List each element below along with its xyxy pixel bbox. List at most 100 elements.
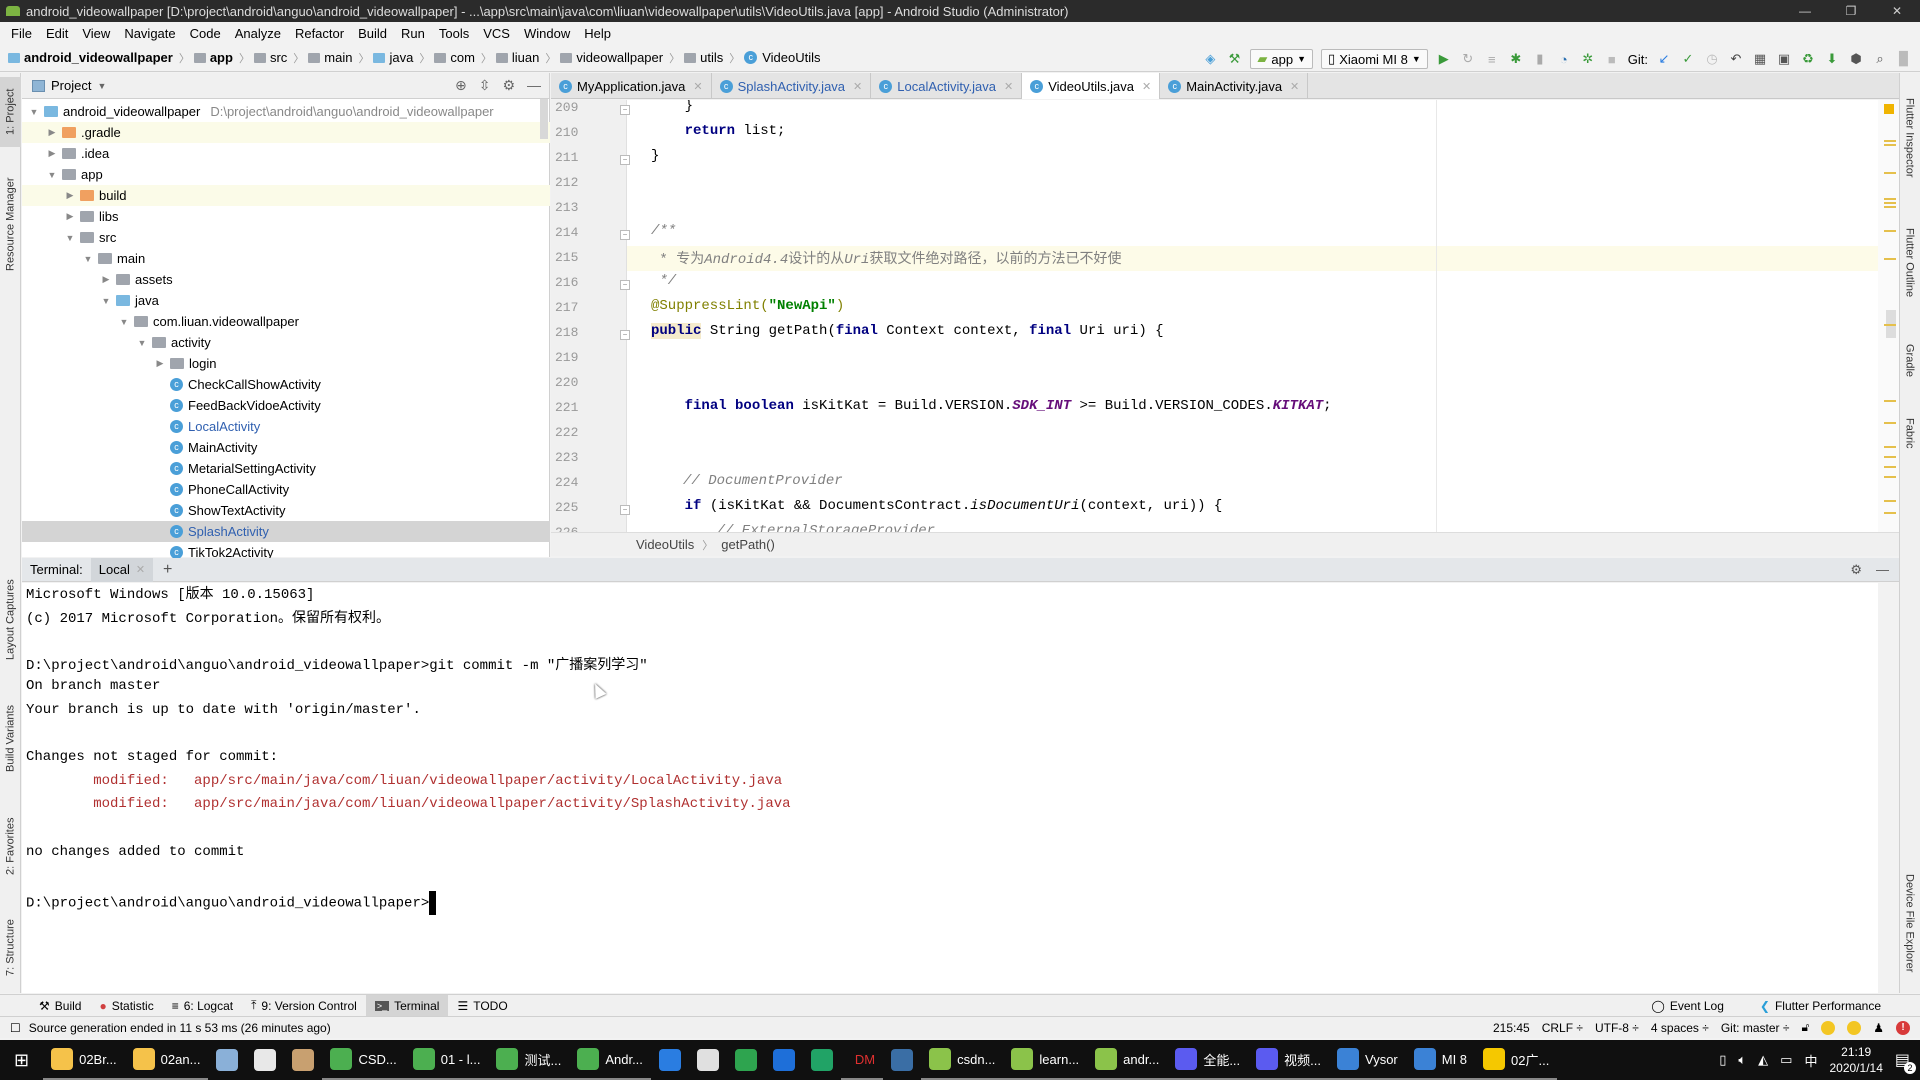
indent-setting[interactable]: 4 spaces ÷ (1651, 1021, 1709, 1035)
collapsed-arrow-icon[interactable]: ▶ (64, 211, 76, 222)
sdk-manager-icon[interactable]: ⬇ (1824, 51, 1840, 67)
stripe-mark[interactable] (1884, 512, 1896, 514)
git-commit-icon[interactable]: ✓ (1680, 51, 1696, 67)
taskbar-app[interactable] (727, 1040, 765, 1080)
stripe-mark[interactable] (1884, 446, 1896, 448)
project-structure-icon[interactable]: ▦ (1752, 51, 1768, 67)
tree-item[interactable]: ▶ build (22, 185, 550, 206)
locate-file-icon[interactable]: ⊕ (455, 77, 467, 94)
tool-tab-layout-captures[interactable]: Layout Captures (0, 565, 21, 675)
git-branch[interactable]: Git: master ÷ (1721, 1021, 1790, 1035)
tree-item[interactable]: ▶ .gradle (22, 122, 550, 143)
close-tab-icon[interactable]: ✕ (1290, 80, 1299, 93)
file-encoding[interactable]: UTF-8 ÷ (1595, 1021, 1639, 1035)
gear-icon[interactable]: ⚙ (502, 77, 515, 94)
tool-version-control[interactable]: ⤒ 9: Version Control (242, 995, 366, 1017)
menu-window[interactable]: Window (517, 26, 577, 41)
menu-vcs[interactable]: VCS (476, 26, 517, 41)
chevron-down-icon[interactable]: ▼ (97, 81, 106, 91)
tree-item[interactable]: ▶ libs (22, 206, 550, 227)
stripe-mark[interactable] (1884, 172, 1896, 174)
expanded-arrow-icon[interactable]: ▼ (100, 296, 112, 306)
menu-code[interactable]: Code (183, 26, 228, 41)
crumb-class[interactable]: VideoUtils (636, 537, 694, 552)
menu-file[interactable]: File (4, 26, 39, 41)
sad-feedback-icon[interactable] (1847, 1020, 1862, 1035)
tree-item[interactable]: ▶ login (22, 353, 550, 374)
taskbar-app[interactable]: 02广... (1475, 1040, 1558, 1080)
tool-tab-project[interactable]: 1: Project (0, 77, 21, 147)
crumb-com[interactable]: com 〉 (434, 50, 492, 66)
close-button[interactable]: ✕ (1874, 0, 1920, 22)
tree-item[interactable]: ▼ com.liuan.videowallpaper (22, 311, 550, 332)
tool-tab-flutter-outline[interactable]: Flutter Outline (1899, 213, 1920, 313)
taskbar-app[interactable]: MI 8 (1405, 1040, 1476, 1080)
device-dropdown[interactable]: ▯ Xiaomi MI 8 ▼ (1321, 49, 1428, 69)
warning-indicator-icon[interactable] (1884, 104, 1894, 114)
taskbar-app[interactable] (246, 1040, 284, 1080)
display-icon[interactable]: ▭ (1780, 1052, 1792, 1068)
stripe-mark[interactable] (1884, 324, 1896, 326)
stripe-mark[interactable] (1884, 456, 1896, 458)
taskbar-app[interactable]: CSD... (322, 1040, 405, 1080)
crumb-main[interactable]: main 〉 (308, 50, 369, 66)
tool-todo[interactable]: ☰ TODO (448, 995, 516, 1017)
tool-tab-gradle[interactable]: Gradle (1899, 331, 1920, 391)
collapse-all-icon[interactable]: ⇳ (479, 77, 491, 94)
project-view-selector[interactable]: Project (51, 78, 91, 93)
taskbar-app[interactable]: 02an... (124, 1040, 209, 1080)
taskbar-app[interactable]: 视频... (1248, 1040, 1329, 1080)
editor-error-stripe[interactable] (1878, 100, 1899, 532)
collapsed-arrow-icon[interactable]: ▶ (46, 148, 58, 159)
taskbar-app[interactable]: 测试... (488, 1040, 570, 1080)
expanded-arrow-icon[interactable]: ▼ (28, 107, 40, 117)
tree-item[interactable]: c LocalActivity (22, 416, 550, 437)
tree-item[interactable]: ▼ activity (22, 332, 550, 353)
apply-changes-icon[interactable]: ↻ (1460, 51, 1476, 67)
start-button[interactable]: ⊞ (0, 1040, 43, 1080)
close-tab-icon[interactable]: ✕ (136, 563, 145, 576)
expanded-arrow-icon[interactable]: ▼ (136, 338, 148, 348)
tool-tab-build-variants[interactable]: Build Variants (0, 693, 21, 783)
close-tab-icon[interactable]: ✕ (853, 80, 862, 93)
stripe-mark[interactable] (1884, 422, 1896, 424)
tool-tab-favorites[interactable]: 2: Favorites (0, 801, 21, 891)
tree-item[interactable]: c MainActivity (22, 437, 550, 458)
git-rollback-icon[interactable]: ↶ (1728, 51, 1744, 67)
collapsed-arrow-icon[interactable]: ▶ (46, 127, 58, 138)
tree-item[interactable]: ▼ android_videowallpaper D:\project\androi… (22, 101, 550, 122)
tool-event-log[interactable]: ◯ Event Log (1642, 995, 1732, 1017)
tool-tab-structure[interactable]: 7: Structure (0, 903, 21, 993)
git-update-icon[interactable]: ↙ (1656, 51, 1672, 67)
tool-tab-resource-manager[interactable]: Resource Manager (0, 169, 21, 279)
fold-toggle-icon[interactable]: − (620, 330, 630, 340)
run-config-dropdown[interactable]: ▰ app ▼ (1250, 49, 1314, 69)
taskbar-app[interactable]: 02Br... (43, 1040, 125, 1080)
tab-myapplication[interactable]: c MyApplication.java ✕ (551, 73, 712, 99)
menu-build[interactable]: Build (351, 26, 394, 41)
fold-toggle-icon[interactable]: − (620, 505, 630, 515)
taskbar-app[interactable]: andr... (1087, 1040, 1168, 1080)
taskbar-app[interactable]: learn... (1003, 1040, 1088, 1080)
attach-debugger-icon[interactable]: ▮ (1532, 51, 1548, 67)
collapsed-arrow-icon[interactable]: ▶ (64, 190, 76, 201)
fold-toggle-icon[interactable]: − (620, 155, 630, 165)
search-icon[interactable]: ⌕ (1872, 51, 1888, 67)
hide-panel-icon[interactable]: — (527, 77, 541, 94)
stripe-mark[interactable] (1884, 144, 1896, 146)
status-toggle-icon[interactable]: ☐ (10, 1021, 21, 1035)
ime-indicator[interactable]: 中 (1804, 1051, 1817, 1070)
network-icon[interactable]: ◭ (1758, 1052, 1768, 1068)
inspector-icon[interactable]: ♟ (1873, 1021, 1884, 1035)
status-message[interactable]: Source generation ended in 11 s 53 ms (2… (29, 1021, 331, 1035)
expanded-arrow-icon[interactable]: ▼ (118, 317, 130, 327)
collapsed-arrow-icon[interactable]: ▶ (154, 358, 166, 369)
tree-item[interactable]: c CheckCallShowActivity (22, 374, 550, 395)
apply-code-changes-icon[interactable]: ≡ (1484, 51, 1500, 67)
usb-icon[interactable]: ▯ (1719, 1052, 1726, 1068)
crumb-videoutils[interactable]: c VideoUtils (744, 50, 821, 65)
expanded-arrow-icon[interactable]: ▼ (46, 170, 58, 180)
stripe-mark[interactable] (1884, 230, 1896, 232)
tool-statistic[interactable]: ● Statistic (90, 995, 162, 1017)
expanded-arrow-icon[interactable]: ▼ (82, 254, 94, 264)
